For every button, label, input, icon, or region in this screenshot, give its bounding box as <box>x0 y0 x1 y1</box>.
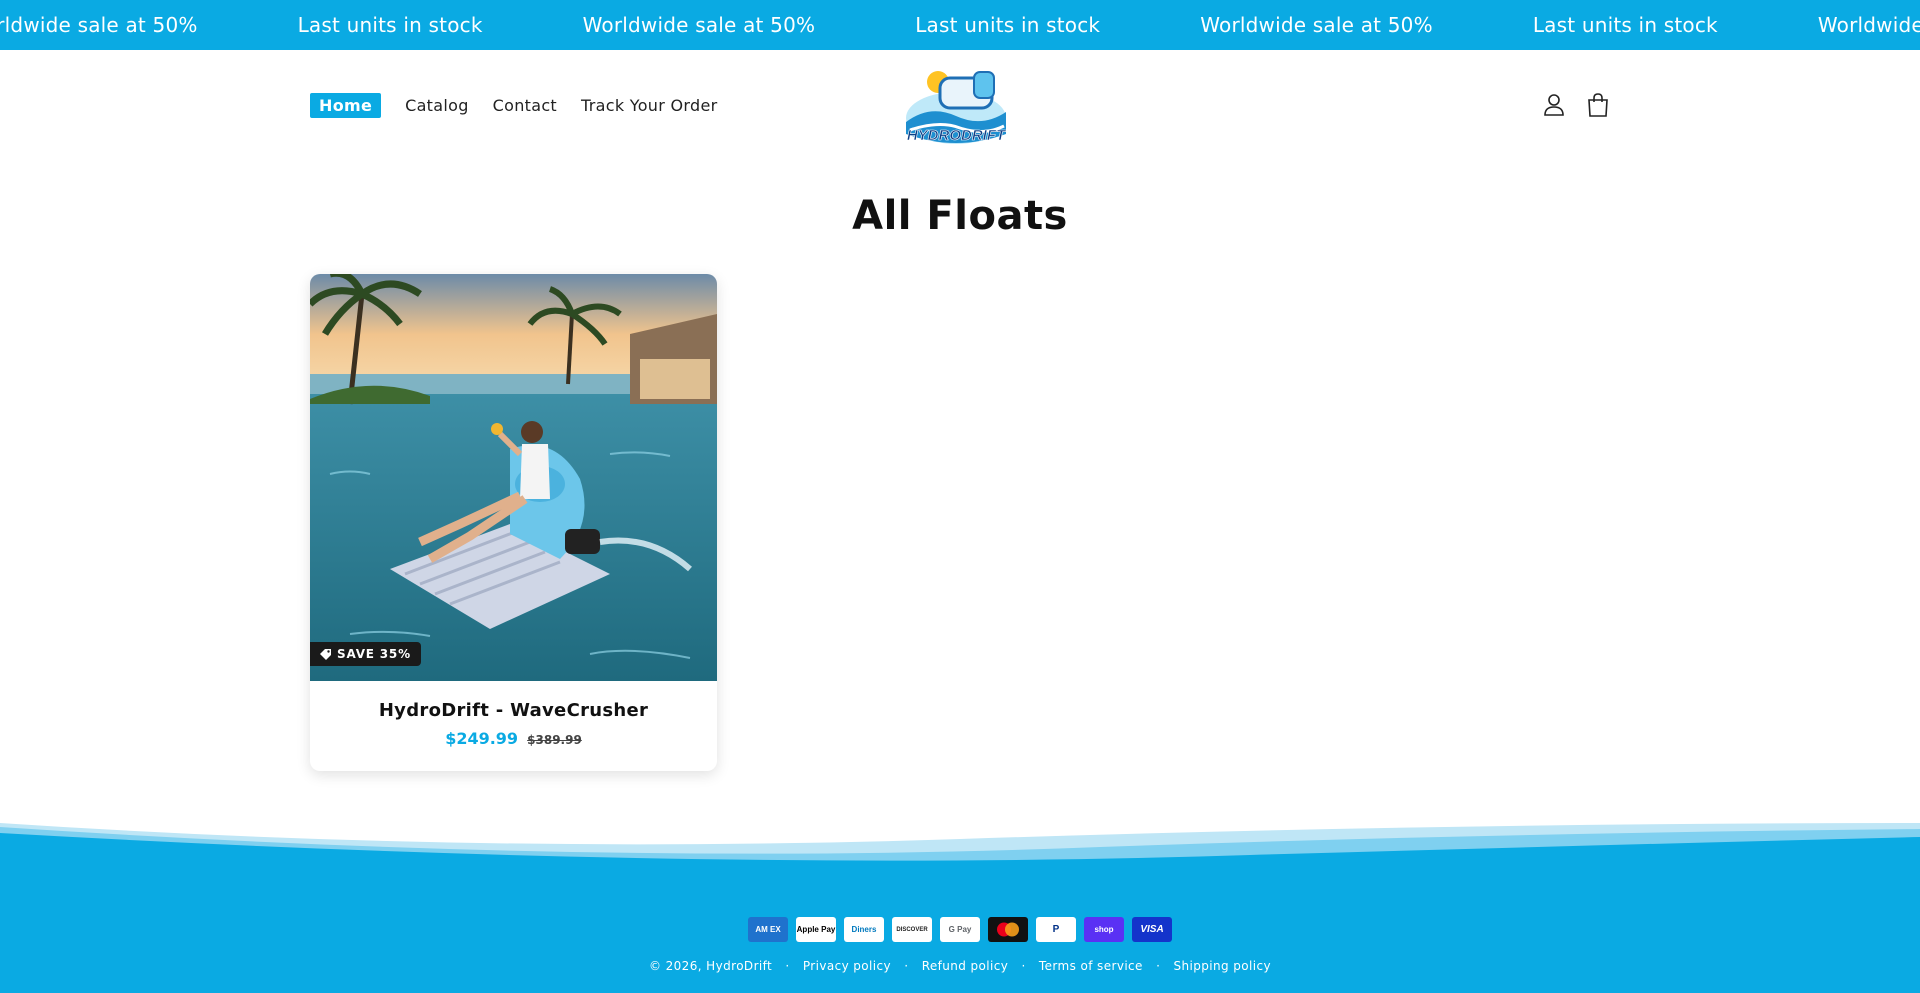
product-image[interactable] <box>310 274 717 681</box>
page-title: All Floats <box>852 193 1068 239</box>
separator: · <box>785 959 790 973</box>
site-logo[interactable]: HYDRODRIFT <box>900 60 1012 150</box>
shipping-policy-link[interactable]: Shipping policy <box>1174 959 1272 973</box>
cart-icon[interactable] <box>1586 92 1610 118</box>
refund-policy-link[interactable]: Refund policy <box>922 959 1009 973</box>
announcement-bar: Worldwide sale at 50% Last units in stoc… <box>0 0 1920 50</box>
privacy-policy-link[interactable]: Privacy policy <box>803 959 891 973</box>
separator: · <box>904 959 909 973</box>
tag-icon <box>320 648 331 660</box>
account-icon[interactable] <box>1542 92 1566 118</box>
compare-price: $389.99 <box>527 733 582 747</box>
sale-price: $249.99 <box>445 729 519 748</box>
product-card[interactable]: SAVE 35% HydroDrift - WaveCrusher $249.9… <box>310 274 717 771</box>
separator: · <box>1021 959 1026 973</box>
nav-catalog[interactable]: Catalog <box>405 96 469 115</box>
announcement-item: Worldwide sale at 50% <box>1817 13 1920 37</box>
announcement-track: Worldwide sale at 50% Last units in stoc… <box>0 0 1920 50</box>
visa-icon: VISA <box>1132 917 1172 942</box>
paypal-icon: P <box>1036 917 1076 942</box>
site-header: Home Catalog Contact Track Your Order HY… <box>0 50 1920 160</box>
terms-of-service-link[interactable]: Terms of service <box>1039 959 1143 973</box>
announcement-item: Worldwide sale at 50% <box>582 13 816 37</box>
discount-badge: SAVE 35% <box>310 642 421 666</box>
announcement-item: Last units in stock <box>915 13 1101 37</box>
copyright: © 2026, HydroDrift <box>649 959 773 973</box>
announcement-item: Last units in stock <box>297 13 483 37</box>
logo-text: HYDRODRIFT <box>907 127 1007 144</box>
google-pay-icon: G Pay <box>940 917 980 942</box>
payment-icons: AM EX Apple Pay Diners DISCOVER G Pay P … <box>748 917 1172 942</box>
apple-pay-icon: Apple Pay <box>796 917 836 942</box>
price-row: $249.99 $389.99 <box>310 729 717 748</box>
announcement-item: Worldwide sale at 50% <box>0 13 198 37</box>
footer-links: © 2026, HydroDrift · Privacy policy · Re… <box>0 959 1920 973</box>
main-nav: Home Catalog Contact Track Your Order <box>310 93 741 118</box>
header-actions <box>1542 92 1610 118</box>
nav-contact[interactable]: Contact <box>493 96 557 115</box>
discount-badge-label: SAVE 35% <box>337 647 411 661</box>
mastercard-icon <box>988 917 1028 942</box>
logo-image: HYDRODRIFT <box>906 71 1007 144</box>
separator: · <box>1156 959 1161 973</box>
nav-home[interactable]: Home <box>310 93 382 118</box>
shop-pay-icon: shop <box>1084 917 1124 942</box>
diners-icon: Diners <box>844 917 884 942</box>
site-footer: AM EX Apple Pay Diners DISCOVER G Pay P … <box>0 815 1920 993</box>
announcement-item: Worldwide sale at 50% <box>1200 13 1433 37</box>
amex-icon: AM EX <box>748 917 788 942</box>
announcement-item: Last units in stock <box>1532 13 1718 37</box>
nav-track-order[interactable]: Track Your Order <box>581 96 717 115</box>
discover-icon: DISCOVER <box>892 917 932 942</box>
product-title[interactable]: HydroDrift - WaveCrusher <box>310 700 717 721</box>
